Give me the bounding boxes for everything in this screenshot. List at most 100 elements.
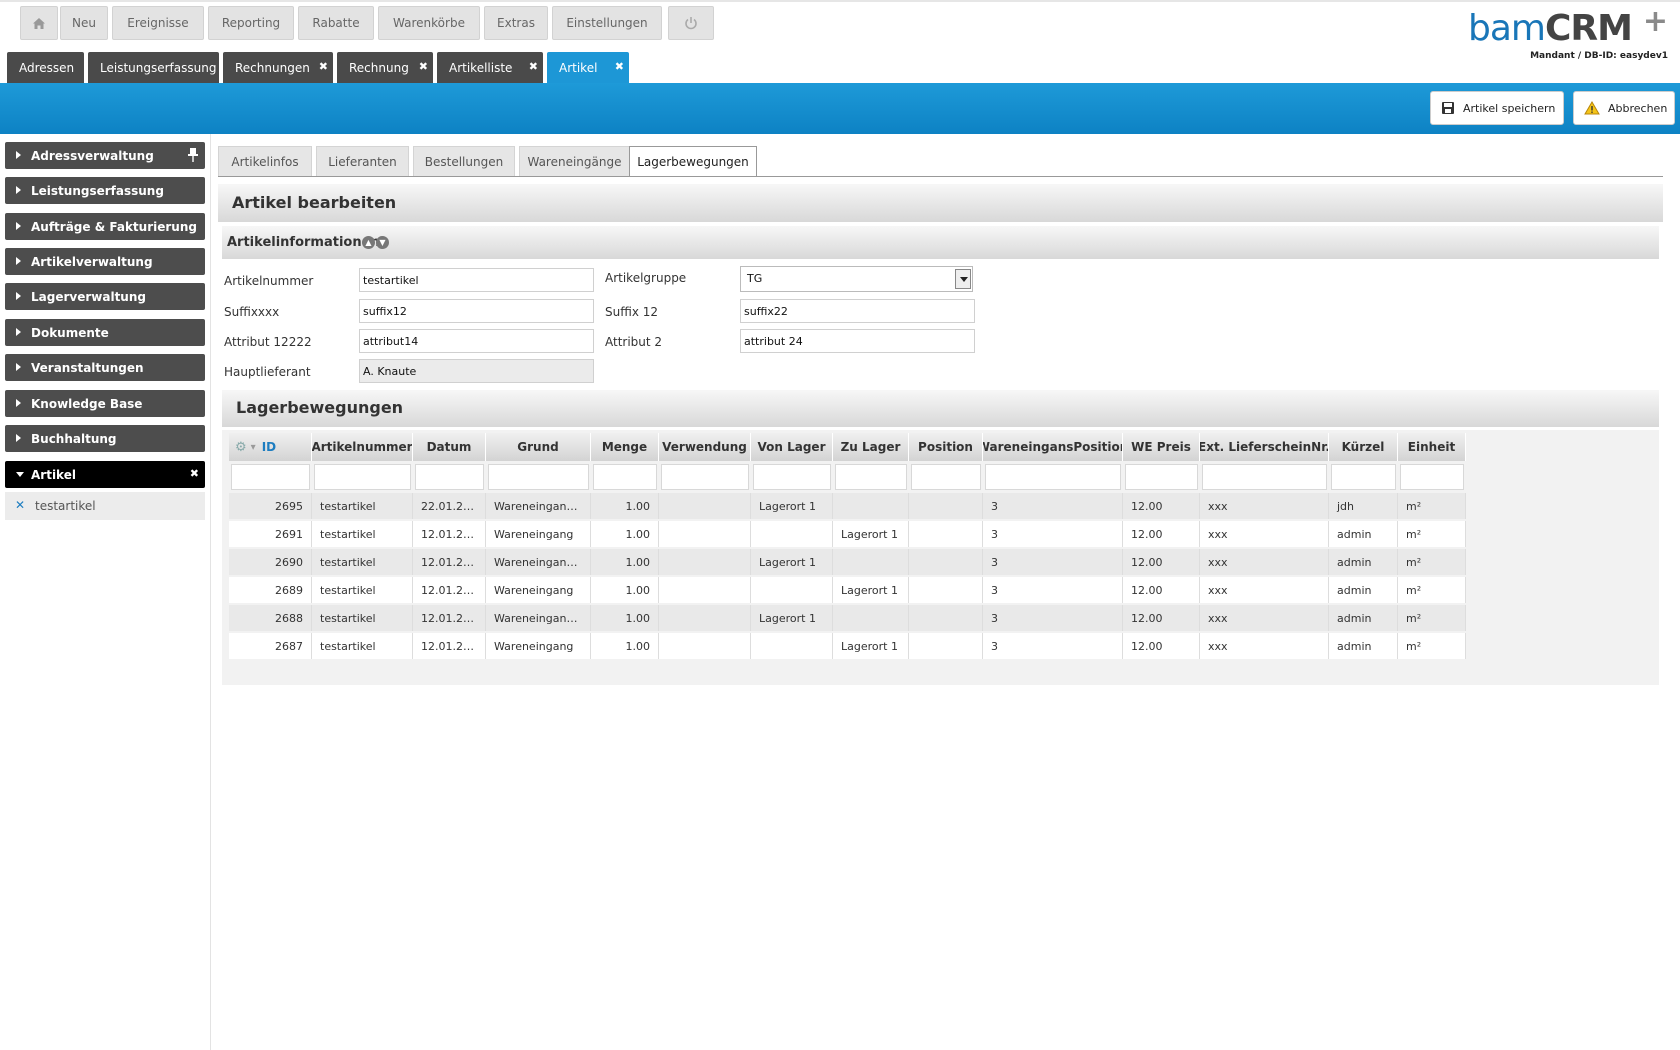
menu-einstellungen[interactable]: Einstellungen [552,6,662,40]
table-cell: Lagerort 1 [751,493,833,519]
table-cell [833,549,909,575]
table-cell [909,633,983,659]
column-filter-input[interactable] [314,464,411,490]
column-header[interactable]: Artikelnummer [312,433,413,461]
menu-extras[interactable]: Extras [484,6,548,40]
close-icon[interactable]: ✖ [529,60,538,73]
sidebar-item-leistungserfassung[interactable]: Leistungserfassung [5,177,205,204]
column-header[interactable]: Grund [486,433,591,461]
menu-rabatte[interactable]: Rabatte [298,6,374,40]
sidebar-item-artikel[interactable]: Artikel ✖ [5,461,205,488]
column-header[interactable]: Verwendung [659,433,751,461]
column-filter-input[interactable] [1125,464,1198,490]
column-header[interactable]: Position [909,433,983,461]
sidebar-item-artikelverwaltung[interactable]: Artikelverwaltung [5,248,205,275]
pin-icon[interactable] [187,147,199,163]
table-row[interactable]: 2687 testartikel 12.01.2015 Wareneingang 1.0… [229,633,1466,659]
close-icon[interactable]: ✖ [319,60,328,73]
column-header[interactable]: Datum [413,433,486,461]
label-hauptlieferant: Hauptlieferant [224,365,311,379]
tab-bestellungen[interactable]: Bestellungen [413,146,515,176]
close-icon[interactable]: ✖ [615,60,624,73]
suffix1-field[interactable] [359,299,594,323]
column-filter-input[interactable] [911,464,981,490]
table-cell: 1.00 [591,493,659,519]
collapse-toggle[interactable]: ▲ ▼ [362,234,392,249]
table-row[interactable]: 2688 testartikel 12.01.2015 Wareneingang...… [229,605,1466,631]
column-filter-input[interactable] [1400,464,1464,490]
close-icon[interactable]: ✕ [15,498,25,512]
column-filter-input[interactable] [415,464,484,490]
table-cell: testartikel [312,521,413,547]
table-row[interactable]: 2689 testartikel 12.01.2015 Wareneingang 1.0… [229,577,1466,603]
module-tab-leistungserfassung[interactable]: Leistungserfassung [88,52,219,83]
home-button[interactable] [20,6,58,40]
sidebar-item-lagerverwaltung[interactable]: Lagerverwaltung [5,283,205,310]
table-row[interactable]: 2690 testartikel 12.01.2015 Wareneingang...… [229,549,1466,575]
column-header[interactable]: WE Preis [1123,433,1200,461]
menu-reporting[interactable]: Reporting [208,6,294,40]
module-tab-rechnungen[interactable]: Rechnungen ✖ [223,52,333,83]
column-filter-input[interactable] [231,464,310,490]
table-row[interactable]: 2691 testartikel 12.01.2015 Wareneingang 1.0… [229,521,1466,547]
attribut2-field[interactable] [740,329,975,353]
sidebar-item-auftraege[interactable]: Aufträge & Fakturierung [5,213,205,240]
artikelgruppe-select[interactable]: TG [740,266,973,292]
column-header[interactable]: ⚙ ▾ ID [229,433,312,461]
sidebar-item-knowledge-base[interactable]: Knowledge Base [5,390,205,417]
table-cell: Lagerort 1 [751,605,833,631]
tab-wareneingaenge[interactable]: Wareneingänge [519,146,630,176]
column-header[interactable]: Zu Lager [833,433,909,461]
sidebar-item-buchhaltung[interactable]: Buchhaltung [5,425,205,452]
column-header[interactable]: WareneingansPosition [983,433,1123,461]
column-filter-input[interactable] [835,464,907,490]
table-cell [909,549,983,575]
table-cell: 12.00 [1123,605,1200,631]
suffix2-field[interactable] [740,299,975,323]
column-filter-input[interactable] [593,464,657,490]
table-cell: xxx [1200,493,1329,519]
tab-lieferanten[interactable]: Lieferanten [316,146,409,176]
column-filter-input[interactable] [985,464,1121,490]
module-tab-rechnung[interactable]: Rechnung ✖ [337,52,433,83]
tab-lagerbewegungen[interactable]: Lagerbewegungen [629,146,757,177]
table-cell: admin [1329,549,1398,575]
table-cell: xxx [1200,605,1329,631]
menu-ereignisse[interactable]: Ereignisse [112,6,204,40]
menu-neu[interactable]: Neu [60,6,108,40]
table-cell: 2690 [229,549,312,575]
sidebar-item-adressverwaltung[interactable]: Adressverwaltung [5,142,205,169]
column-header[interactable]: Von Lager [751,433,833,461]
menu-warenkoerbe[interactable]: Warenkörbe [378,6,480,40]
column-filter-input[interactable] [1331,464,1396,490]
sidebar-subitem-testartikel[interactable]: ✕ testartikel [5,492,205,520]
module-tab-adressen[interactable]: Adressen [7,52,84,83]
gear-icon[interactable]: ⚙ [235,440,247,455]
close-icon[interactable]: ✖ [419,60,428,73]
save-icon [1442,102,1454,114]
logout-button[interactable] [668,6,714,40]
column-header[interactable]: Menge [591,433,659,461]
column-filter-input[interactable] [661,464,749,490]
column-header[interactable]: Einheit [1398,433,1466,461]
artikelnummer-field[interactable] [359,268,594,292]
column-filter-input[interactable] [488,464,589,490]
action-bar: Artikel speichern Abbrechen [0,83,1680,134]
attribut1-field[interactable] [359,329,594,353]
close-icon[interactable]: ✖ [190,467,199,480]
save-article-button[interactable]: Artikel speichern [1430,91,1564,125]
tab-artikelinfos[interactable]: Artikelinfos [218,146,312,176]
module-tab-artikel[interactable]: Artikel ✖ [547,52,629,83]
sidebar-item-veranstaltungen[interactable]: Veranstaltungen [5,354,205,381]
column-filter-input[interactable] [1202,464,1327,490]
table-cell [909,493,983,519]
column-filter-input[interactable] [753,464,831,490]
column-header[interactable]: Kürzel [1329,433,1398,461]
table-row[interactable]: 2695 testartikel 22.01.2015 Wareneingang...… [229,493,1466,519]
module-tab-artikelliste[interactable]: Artikelliste ✖ [437,52,543,83]
cancel-button[interactable]: Abbrechen [1573,91,1675,125]
column-header[interactable]: Ext. LieferscheinNr. [1200,433,1329,461]
table-cell: Lagerort 1 [833,633,909,659]
sidebar-item-dokumente[interactable]: Dokumente [5,319,205,346]
chevron-down-icon [955,269,971,289]
